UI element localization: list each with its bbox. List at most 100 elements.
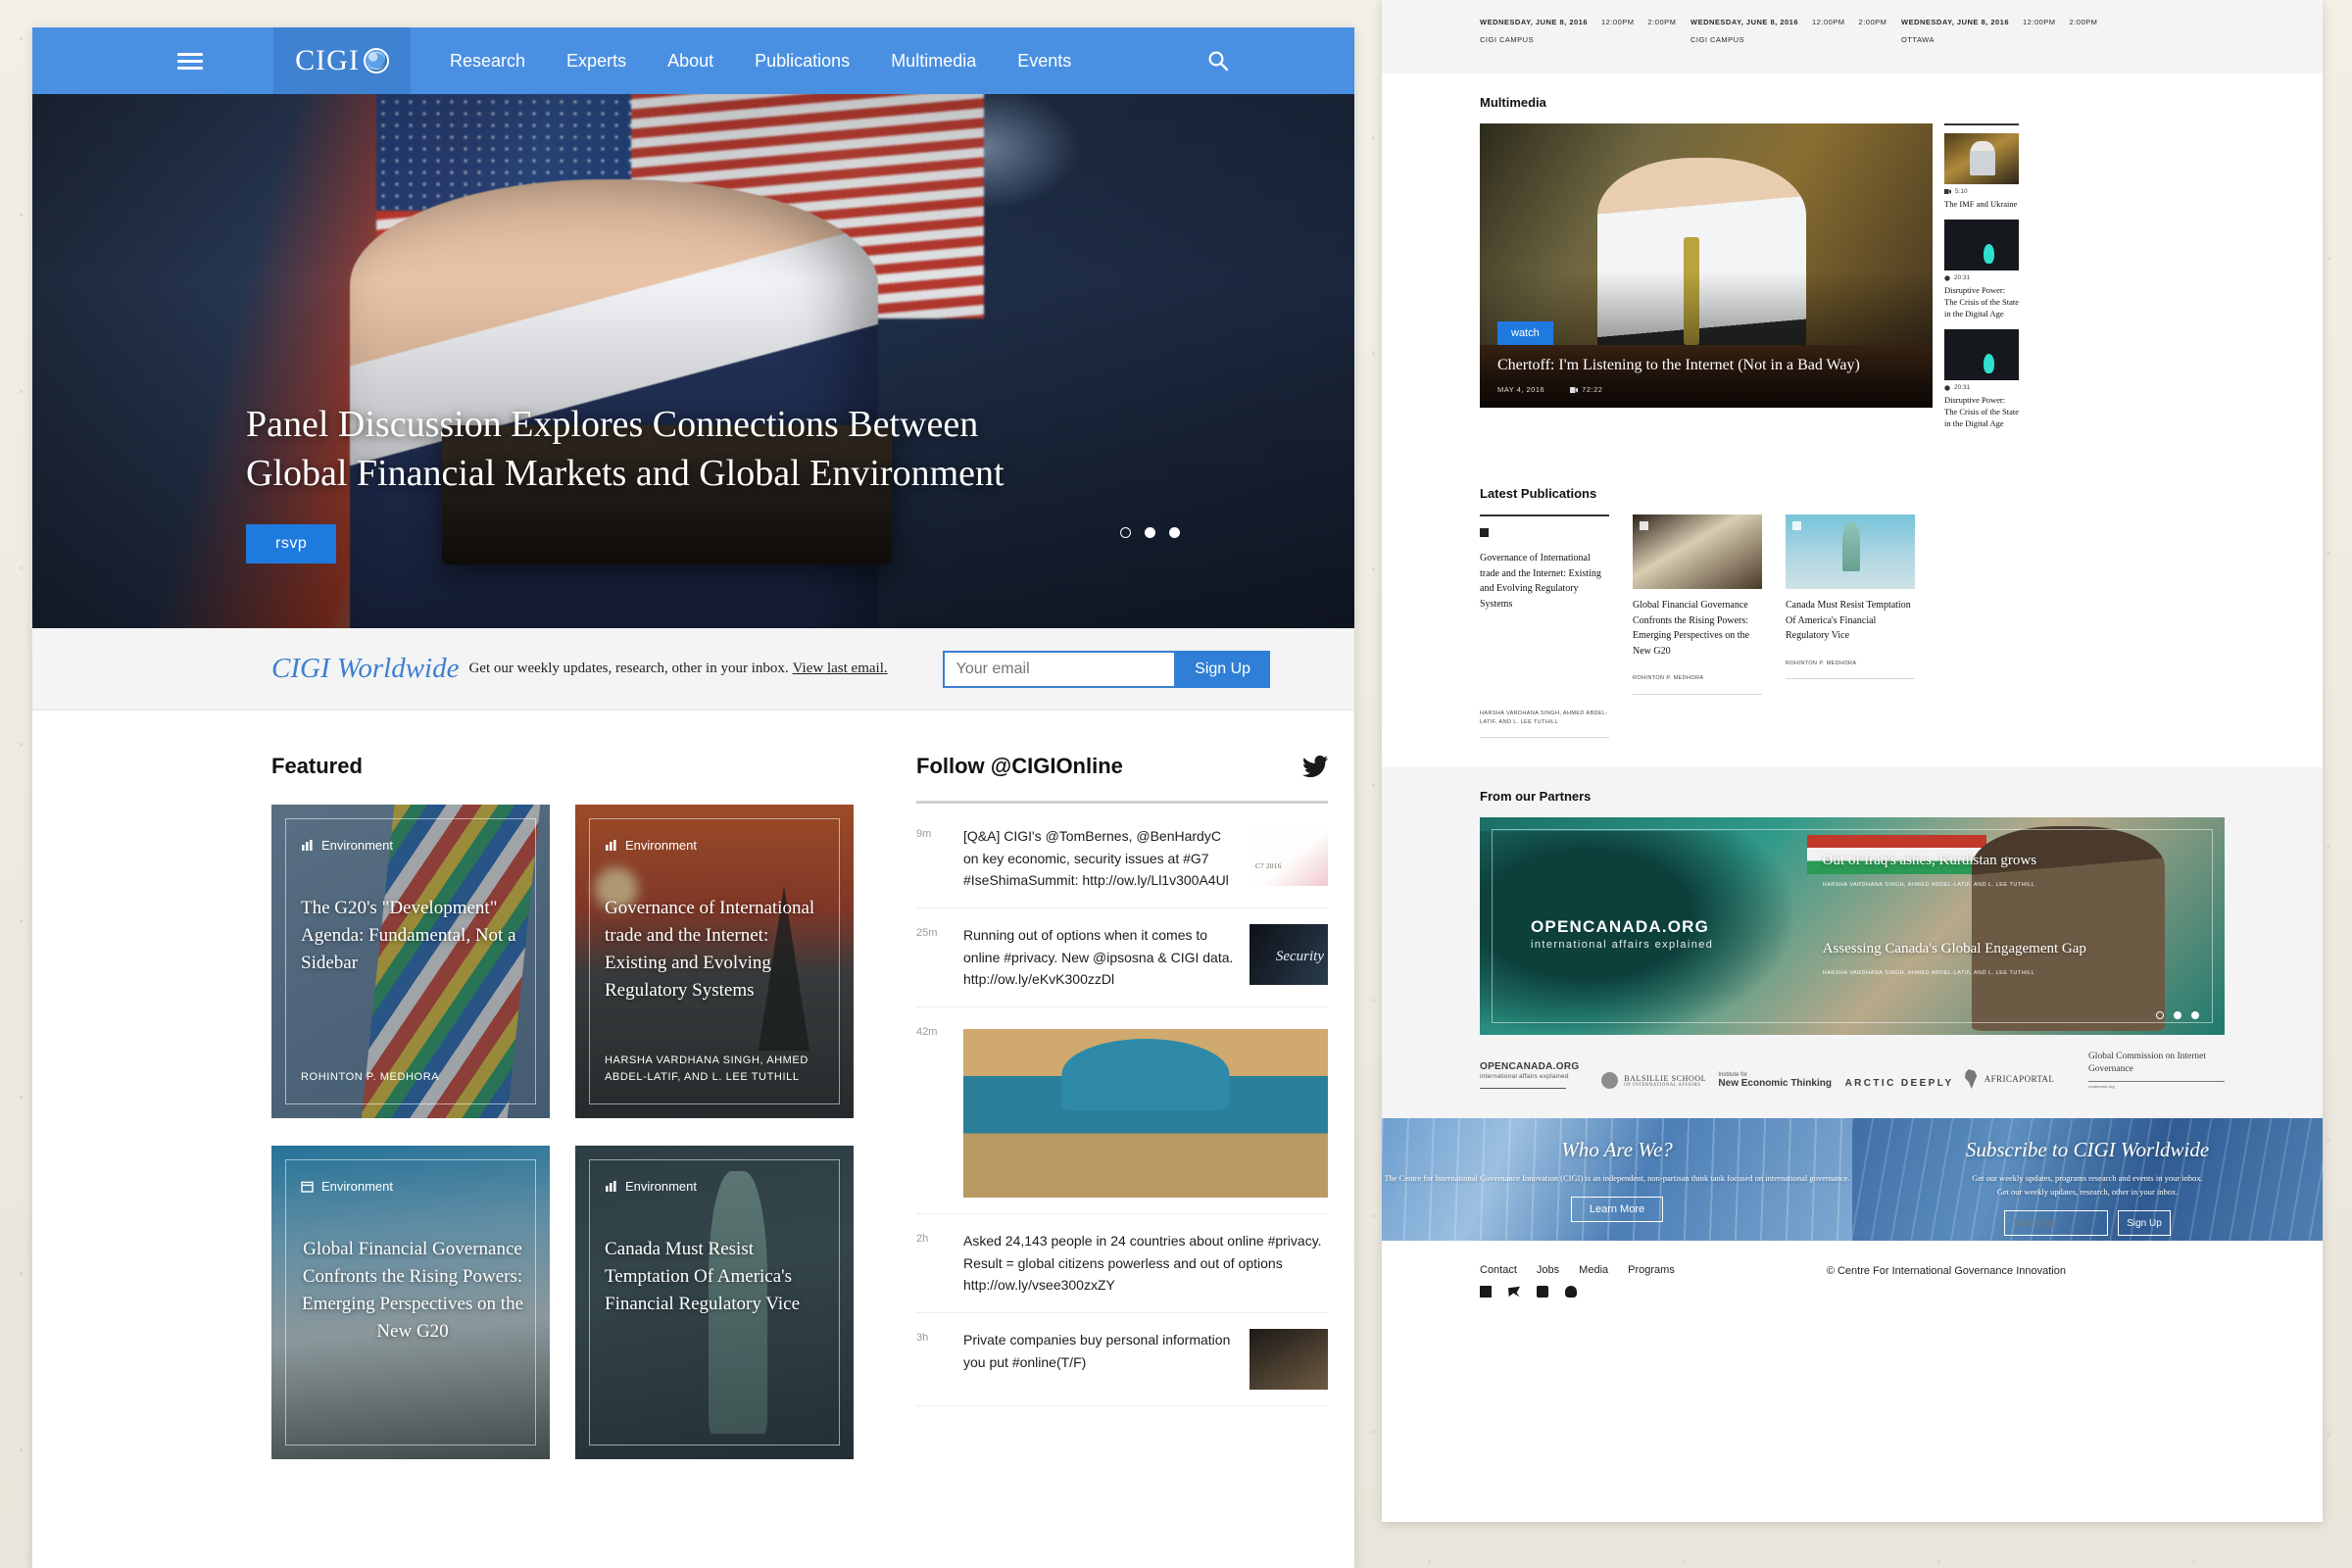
partner-logo-arctic-deeply[interactable]: ARCTIC DEEPLY [1845, 1078, 1962, 1089]
card-category: Environment [605, 838, 697, 853]
multimedia-duration: 20:31 [1954, 384, 1971, 392]
subscribe-email-input[interactable] [2004, 1210, 2108, 1237]
who-are-we-banner[interactable]: Who Are We? The Centre for International… [1382, 1118, 1852, 1242]
multimedia-title: Disruptive Power: The Crisis of the Stat… [1944, 395, 2020, 429]
logo-underline [2087, 1081, 2226, 1083]
featured-card[interactable]: Environment Global Financial Governance … [271, 1146, 550, 1459]
search-icon[interactable] [1207, 50, 1229, 72]
multimedia-section: watch Chertoff: I'm Listening to the Int… [1382, 123, 2323, 465]
card-title: Global Financial Governance Confronts th… [301, 1239, 523, 1343]
partner-logo-africaportal[interactable]: AFRICAPORTAL [1962, 1069, 2088, 1090]
cigi-logo[interactable]: CIGI [273, 27, 411, 94]
multimedia-list-item[interactable]: 5:10 The IMF and Ukraine [1944, 133, 2019, 210]
carousel-dot-2[interactable] [1145, 527, 1155, 538]
main-navigation-bar: CIGI Research Experts About Publications… [32, 27, 1354, 94]
nav-item-publications[interactable]: Publications [755, 51, 850, 72]
card-category-label: Environment [321, 1179, 393, 1194]
tweet-text: Private companies buy personal informati… [963, 1332, 1231, 1370]
view-last-email-link[interactable]: View last email. [793, 661, 888, 677]
carousel-dot-3[interactable] [1169, 527, 1180, 538]
hamburger-menu-icon[interactable] [177, 49, 203, 74]
partner-carousel-dots[interactable] [2156, 1011, 2199, 1020]
partner-logo-balsillie[interactable]: BALSILLIE SCHOOL OF INTERNATIONAL AFFAIR… [1601, 1072, 1718, 1090]
twitter-heading: Follow @CIGIOnline [916, 754, 1123, 778]
partner-logo-name: Global Commission on Internet Governance [2087, 1052, 2206, 1075]
card-category-label: Environment [625, 1179, 697, 1194]
chart-bar-icon [302, 840, 313, 851]
newsletter-signup-button[interactable]: Sign Up [1175, 650, 1270, 688]
tweet-item[interactable]: 25m Running out of options when it comes… [916, 908, 1328, 1008]
partner-dot-2[interactable] [2174, 1011, 2181, 1020]
partner-logo-name: OPENCANADA.ORG [1480, 1061, 1580, 1073]
partner-logo-name: AFRICAPORTAL [1984, 1074, 2055, 1085]
nav-item-multimedia[interactable]: Multimedia [891, 51, 976, 72]
nav-item-about[interactable]: About [667, 51, 713, 72]
homepage-bottom-panel: WEDNESDAY, JUNE 8, 2016 12:00PM 2:00PM C… [1382, 0, 2323, 1522]
multimedia-feature-duration: 72:22 [1582, 385, 1603, 394]
tweet-thumbnail[interactable] [963, 1029, 1328, 1199]
newsletter-email-input[interactable] [942, 650, 1176, 688]
nav-item-experts[interactable]: Experts [566, 51, 626, 72]
tweet-thumbnail[interactable] [1250, 825, 1328, 886]
multimedia-duration-row: 20:31 [1944, 274, 2019, 281]
globe-icon [363, 48, 389, 74]
nav-item-events[interactable]: Events [1017, 51, 1071, 72]
publication-card[interactable]: Governance of International trade and th… [1480, 514, 1609, 739]
event-item[interactable]: WEDNESDAY, JUNE 8, 2016 12:00PM 2:00PM O… [1901, 18, 2112, 44]
featured-card[interactable]: Environment Governance of International … [575, 805, 854, 1118]
subscribe-body-line-2: Get our weekly updates, research, other … [1996, 1187, 2179, 1198]
nav-item-research[interactable]: Research [450, 51, 525, 72]
featured-heading: Featured [271, 754, 363, 778]
footer-link-programs[interactable]: Programs [1628, 1264, 1675, 1276]
carousel-dot-1[interactable] [1120, 527, 1131, 538]
subscribe-signup-button[interactable]: Sign Up [2118, 1210, 2171, 1237]
partner-dot-1[interactable] [2156, 1011, 2164, 1020]
youtube-icon[interactable] [1537, 1286, 1548, 1298]
upcoming-events-strip: WEDNESDAY, JUNE 8, 2016 12:00PM 2:00PM C… [1382, 0, 2323, 74]
publication-card[interactable]: Global Financial Governance Confronts th… [1633, 514, 1762, 738]
event-item[interactable]: WEDNESDAY, JUNE 8, 2016 12:00PM 2:00PM C… [1480, 18, 1690, 44]
multimedia-list-item[interactable]: 20:31 Disruptive Power: The Crisis of th… [1944, 329, 2019, 429]
rsvp-button[interactable]: rsvp [246, 524, 337, 564]
tweet-thumbnail[interactable] [1250, 924, 1328, 986]
learn-more-button[interactable]: Learn More [1570, 1197, 1664, 1223]
tweet-thumbnail[interactable] [1250, 1329, 1328, 1391]
multimedia-list-item[interactable]: 20:31 Disruptive Power: The Crisis of th… [1944, 220, 2019, 319]
event-end-time: 2:00PM [2069, 18, 2098, 26]
hero-carousel-dots[interactable] [1120, 527, 1180, 538]
multimedia-feature-card[interactable]: watch Chertoff: I'm Listening to the Int… [1480, 123, 1933, 408]
multimedia-thumbnail [1944, 329, 2019, 381]
twitter-icon[interactable] [1508, 1286, 1520, 1298]
subscribe-body-line-1: Get our weekly updates, programs researc… [1972, 1173, 2203, 1184]
tweet-item[interactable]: 2h Asked 24,143 people in 24 countries a… [916, 1214, 1328, 1314]
partner-feature-carousel[interactable]: OPENCANADA.ORG international affairs exp… [1480, 817, 2225, 1036]
publication-card[interactable]: Canada Must Resist Temptation Of America… [1786, 514, 1915, 738]
watch-button[interactable]: watch [1497, 321, 1553, 345]
event-item[interactable]: WEDNESDAY, JUNE 8, 2016 12:00PM 2:00PM C… [1690, 18, 1901, 44]
facebook-icon[interactable] [1480, 1286, 1492, 1298]
tweet-text [963, 1023, 1328, 1199]
partner-logo-inet[interactable]: Institute for New Economic Thinking [1718, 1072, 1844, 1089]
partner-story[interactable]: Assessing Canada's Global Engagement Gap… [1823, 939, 2121, 978]
event-start-time: 12:00PM [2023, 18, 2056, 26]
footer-link-contact[interactable]: Contact [1480, 1264, 1517, 1276]
multimedia-heading: Multimedia [1480, 95, 1546, 110]
partner-dot-3[interactable] [2191, 1011, 2199, 1020]
hero-carousel[interactable]: Panel Discussion Explores Connections Be… [32, 94, 1354, 628]
featured-card[interactable]: Environment The G20's "Development" Agen… [271, 805, 550, 1118]
multimedia-feature-date: MAY 4, 2016 [1497, 385, 1545, 394]
tweet-item[interactable]: 9m [Q&A] CIGI's @TomBernes, @BenHardyC o… [916, 809, 1328, 909]
partner-story[interactable]: Out of Iraq's ashes, Kurdistan grows HAR… [1823, 851, 2121, 890]
rss-icon[interactable] [1565, 1286, 1577, 1298]
featured-card[interactable]: Environment Canada Must Resist Temptatio… [575, 1146, 854, 1459]
partner-logo-opencanada[interactable]: OPENCANADA.ORG international affairs exp… [1480, 1061, 1601, 1090]
partner-logo-gcig[interactable]: Global Commission on Internet Governance… [2087, 1051, 2226, 1089]
partner-logo-sub: OF INTERNATIONAL AFFAIRS [1624, 1082, 1701, 1088]
footer-link-jobs[interactable]: Jobs [1537, 1264, 1559, 1276]
tweet-item[interactable]: 3h Private companies buy personal inform… [916, 1313, 1328, 1407]
twitter-bird-icon[interactable] [1302, 756, 1328, 777]
multimedia-title: Disruptive Power: The Crisis of the Stat… [1944, 285, 2020, 319]
tweet-item[interactable]: 42m [916, 1007, 1328, 1215]
twitter-header: Follow @CIGIOnline [916, 754, 1328, 779]
footer-link-media[interactable]: Media [1579, 1264, 1608, 1276]
